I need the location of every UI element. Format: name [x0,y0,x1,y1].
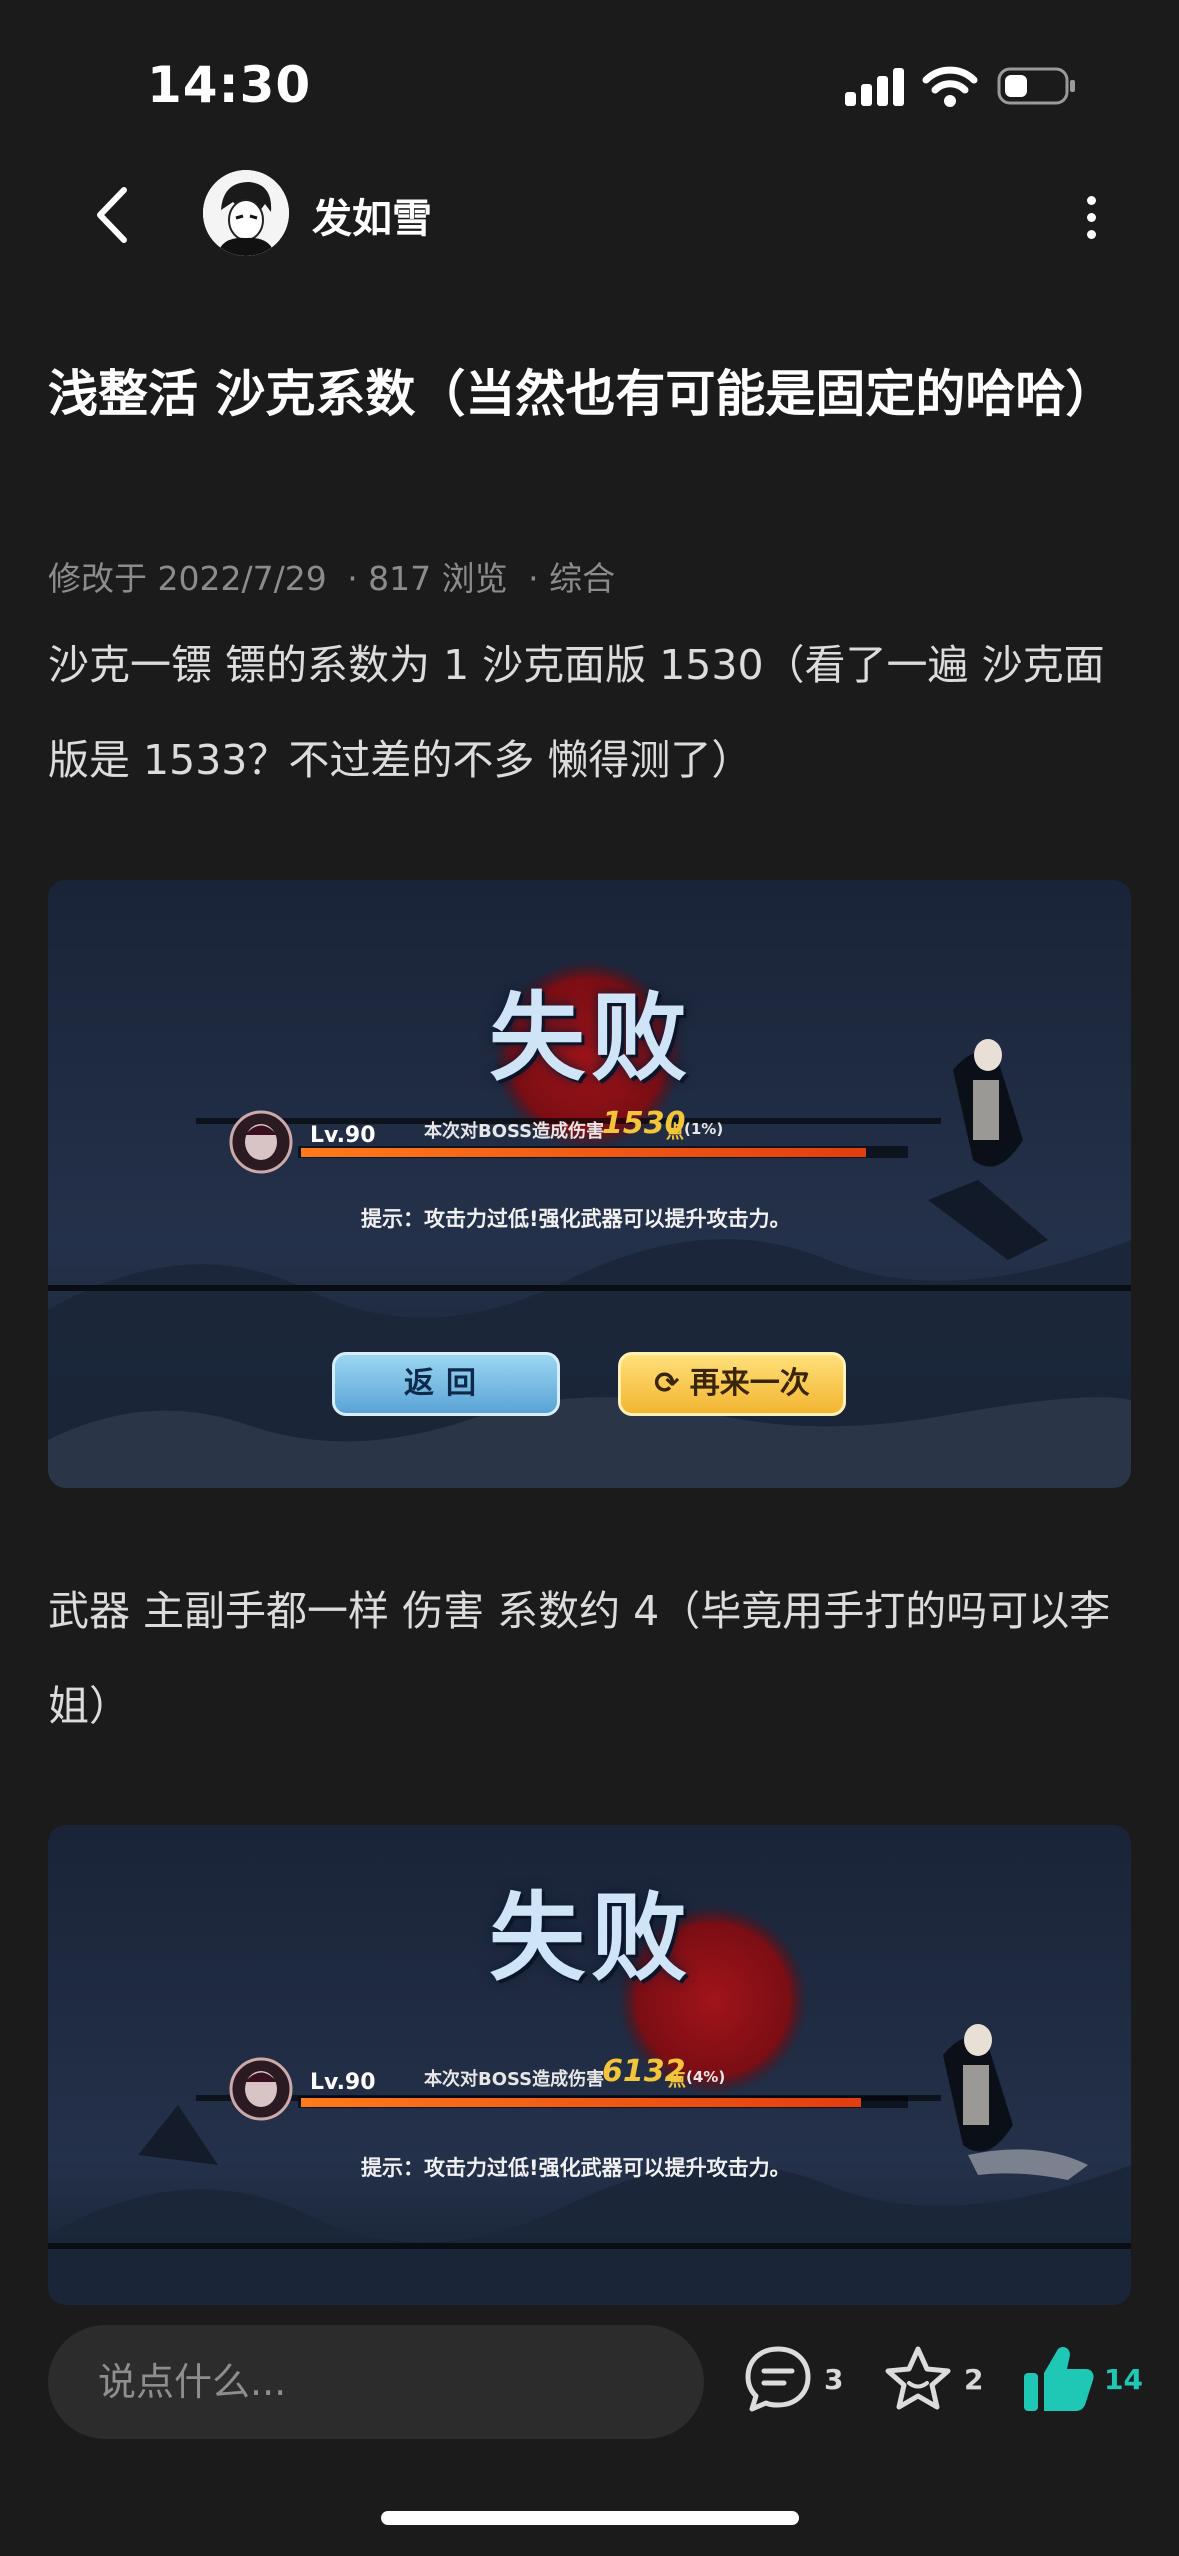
damage-unit: 点 [668,2070,686,2091]
likes-count: 14 [1104,2363,1143,2396]
player-level: Lv.90 [310,1123,376,1148]
refresh-icon: ⟳ [654,1366,690,1401]
favorite-button[interactable]: 2 [882,2343,992,2423]
comments-button[interactable]: 3 [742,2343,852,2423]
result-title: 失败 [489,1881,693,1994]
author-avatar[interactable] [203,170,289,256]
game-screenshot[interactable]: 失败 Lv.90 本次对BOSS造成伤害 1530 点 (1%) 提示：攻击力过… [48,880,1131,1488]
player-level: Lv.90 [310,2070,376,2095]
tip-text: 提示：攻击力过低!强化武器可以提升攻击力。 [361,2156,791,2180]
post-category[interactable]: · 综合 [528,559,615,598]
status-time: 14:30 [147,56,312,114]
post-paragraph: 武器 主副手都一样 伤害 系数约 4（毕竟用手打的吗可以李姐） [48,1587,1111,1730]
home-indicator[interactable] [381,2511,799,2525]
damage-label: 本次对BOSS造成伤害 [424,1121,605,1142]
result-title: 失败 [489,981,693,1094]
return-button[interactable]: 返回 [332,1352,560,1416]
tip-text: 提示：攻击力过低!强化武器可以提升攻击力。 [361,1207,791,1231]
damage-percent: (1%) [684,1120,724,1138]
thumbs-up-icon [1024,2347,1094,2411]
comments-count: 3 [824,2363,844,2396]
post-meta: 修改于 2022/7/29 · 817 浏览 · 综合 [48,552,625,600]
damage-percent: (4%) [686,2068,726,2086]
battery-icon [997,67,1075,105]
view-count: · 817 浏览 [347,559,508,598]
post-paragraph: 沙克一镖 镖的系数为 1 沙克面版 1530（看了一遍 沙克面版是 1533？不… [48,641,1105,784]
star-icon [885,2346,951,2410]
avatar-illustration-icon [203,170,289,256]
wifi-icon [922,66,978,107]
more-options-button[interactable] [1072,184,1112,250]
back-button[interactable] [82,182,148,248]
retry-button[interactable]: ⟳ 再来一次 [618,1352,846,1416]
retry-label: 再来一次 [689,1366,810,1401]
author-name[interactable]: 发如雪 [312,186,432,244]
game-screenshot[interactable]: 失败 Lv.90 本次对BOSS造成伤害 6132 点 (4%) 提示：攻击力过… [48,1825,1131,2305]
post-header: 发如雪 [0,160,1179,270]
like-button[interactable]: 14 [1022,2343,1152,2423]
comment-input[interactable] [48,2325,704,2439]
status-bar: 14:30 [0,0,1179,150]
damage-unit: 点 [666,1122,684,1143]
modified-date: 修改于 2022/7/29 [48,559,327,598]
post-title: 浅整活 沙克系数（当然也有可能是固定的哈哈） [48,365,1116,423]
cellular-signal-icon [845,66,905,106]
favorites-count: 2 [964,2363,984,2396]
damage-label: 本次对BOSS造成伤害 [424,2069,605,2090]
comment-bubble-icon [745,2346,811,2412]
